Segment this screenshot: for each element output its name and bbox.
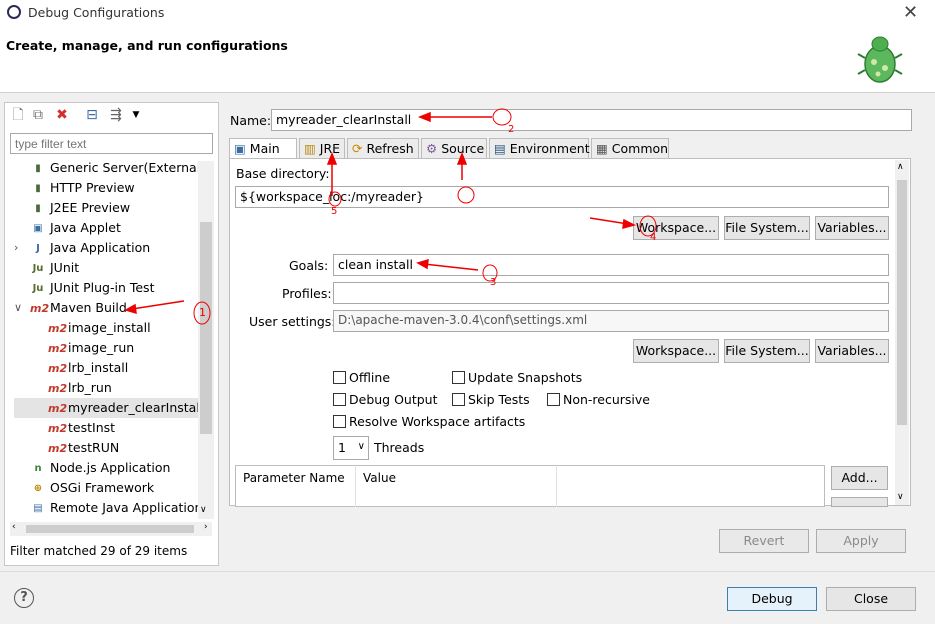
- annotation-circle: [492, 108, 512, 126]
- annotation-number-1: 1: [199, 306, 206, 319]
- annotation-number-5: 5: [331, 206, 338, 217]
- annotation-number-3: 3: [490, 277, 497, 288]
- arrowhead: [326, 151, 338, 165]
- arrow-to-goals: [423, 263, 479, 271]
- arrowhead: [456, 151, 468, 165]
- arrowhead: [416, 258, 429, 270]
- annotation-number-2: 2: [508, 124, 515, 135]
- arrow-to-maven-build: [131, 300, 185, 310]
- arrowhead: [124, 303, 137, 315]
- annotation-number-4: 4: [650, 232, 657, 243]
- annotation-circle: [328, 191, 342, 207]
- arrowhead: [622, 218, 637, 230]
- arrowhead: [417, 111, 431, 123]
- annotation-overlay: [124, 108, 657, 325]
- annotation-circle: [457, 186, 475, 204]
- arrow-to-workspace: [589, 217, 629, 225]
